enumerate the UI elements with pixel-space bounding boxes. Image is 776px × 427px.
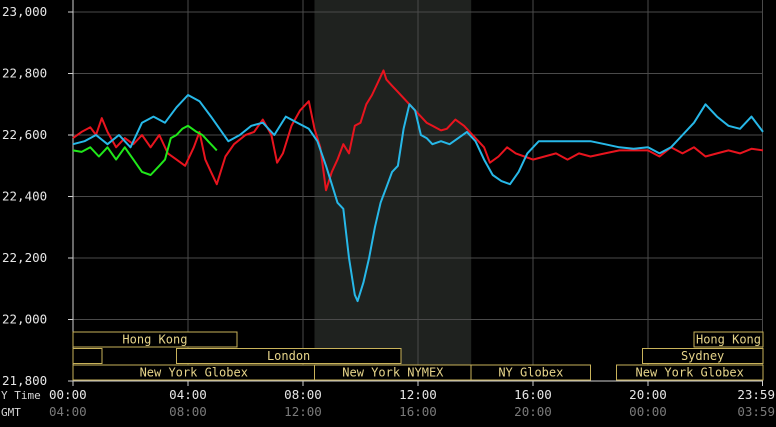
- session-label: London: [267, 349, 310, 363]
- y-tick-label: 22,000: [2, 312, 47, 327]
- session-label: Hong Kong: [696, 333, 761, 347]
- y-tick-label: 23,000: [2, 4, 47, 19]
- y-tick-label: 22,600: [2, 127, 47, 142]
- price-chart: Hong Kong Hong Kong London Sydney New York G…: [1, 0, 775, 419]
- gmt-tick-label: 00:00: [629, 404, 667, 419]
- x-tick-label: 12:00: [399, 387, 437, 402]
- session-label: NY Globex: [498, 366, 563, 380]
- gmt-tick-label: 12:00: [284, 404, 322, 419]
- gmt-tick-label: 04:00: [49, 404, 87, 419]
- gmt-tick-label: 16:00: [399, 404, 437, 419]
- gmt-tick-label: 20:00: [514, 404, 552, 419]
- x-tick-label: 16:00: [514, 387, 552, 402]
- x-tick-label: 04:00: [169, 387, 207, 402]
- session-label: Hong Kong: [122, 333, 187, 347]
- session-label: Sydney: [681, 349, 724, 363]
- x-row-label: Y Time: [1, 389, 41, 402]
- gmt-tick-label: 08:00: [169, 404, 207, 419]
- x-tick-label: 08:00: [284, 387, 322, 402]
- y-tick-label: 22,400: [2, 189, 47, 204]
- x-tick-label: 23:59: [737, 387, 775, 402]
- trading-highlight-band: [314, 0, 472, 381]
- session-label: New York Globex: [636, 366, 744, 380]
- session-label: New York Globex: [140, 366, 248, 380]
- x-tick-label: 00:00: [49, 387, 87, 402]
- session-label: New York NYMEX: [342, 366, 444, 380]
- y-tick-label: 22,800: [2, 66, 47, 81]
- y-tick-label: 21,800: [2, 373, 47, 388]
- x-tick-label: 20:00: [629, 387, 667, 402]
- y-tick-label: 22,200: [2, 250, 47, 265]
- gmt-tick-label: 03:59: [737, 404, 775, 419]
- session-box: [72, 348, 103, 364]
- gmt-row-label: GMT: [1, 406, 21, 419]
